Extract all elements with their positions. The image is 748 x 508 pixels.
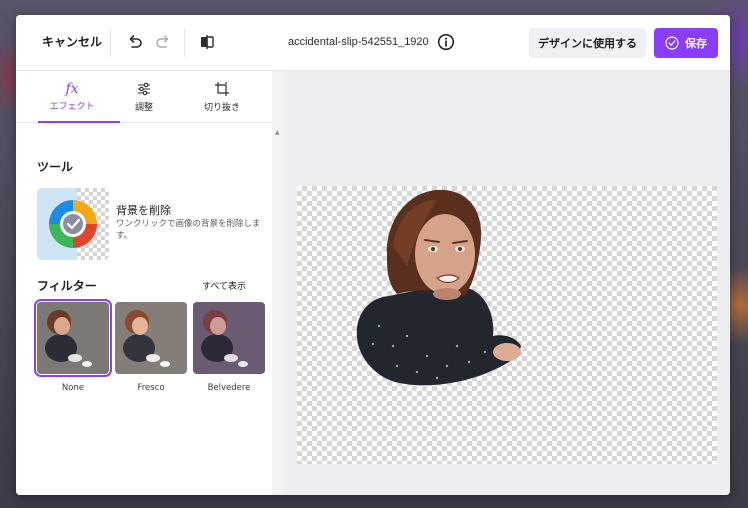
filter-label: None (61, 383, 85, 393)
use-in-design-button[interactable]: デザインに使用する (529, 28, 646, 58)
compare-icon (201, 35, 214, 49)
save-label: 保存 (685, 37, 707, 50)
active-tab-indicator (38, 121, 120, 123)
divider (110, 29, 111, 57)
tools-heading: ツール (37, 160, 74, 174)
cutout-photo (356, 189, 521, 386)
background-remover-icon (37, 188, 109, 260)
fx-icon: fx (65, 81, 79, 97)
save-button[interactable]: 保存 (654, 28, 718, 58)
edit-tabs: fx エフェクト 調整 切り抜き (16, 71, 272, 123)
filter-fresco[interactable] (115, 302, 187, 374)
image-preview-area (284, 71, 730, 495)
background-remover-tool[interactable] (37, 188, 109, 260)
info-button[interactable] (437, 33, 455, 55)
filters-heading: フィルター (37, 279, 97, 293)
tab-crop[interactable]: 切り抜き (182, 71, 262, 123)
redo-icon (156, 35, 169, 48)
info-icon (437, 33, 455, 51)
filter-thumbnail (193, 302, 265, 374)
undo-icon (129, 35, 142, 48)
filter-thumbnail (115, 302, 187, 374)
divider (184, 29, 185, 57)
crop-icon (215, 82, 229, 96)
filter-belvedere[interactable] (193, 302, 265, 374)
tab-label: エフェクト (49, 102, 95, 112)
see-all-filters-link[interactable]: すべて表示 (202, 279, 246, 292)
photo-editor-dialog: キャンセル accidental-slip-542551_1920 デザインに使… (16, 15, 730, 495)
tab-label: 調整 (134, 103, 153, 113)
filter-label: Belvedere (207, 383, 251, 393)
file-name: accidental-slip-542551_1920 (288, 36, 429, 48)
compare-button[interactable] (196, 31, 218, 53)
redo-button[interactable] (152, 31, 174, 53)
filter-none[interactable] (34, 299, 112, 377)
filter-label: Fresco (137, 383, 165, 393)
undo-button[interactable] (124, 31, 146, 53)
edit-side-panel: fx エフェクト 調整 切り抜き ツール 背景を削除 ワンクリックで画像の背景を… (16, 71, 284, 495)
sliders-icon (138, 82, 150, 96)
cancel-button[interactable]: キャンセル (42, 33, 102, 50)
editor-topbar: キャンセル accidental-slip-542551_1920 デザインに使… (16, 15, 730, 71)
filter-thumbnail (37, 302, 109, 374)
tab-label: 切り抜き (203, 103, 240, 113)
image-canvas[interactable] (297, 186, 717, 464)
background-remover-title: 背景を削除 (116, 204, 171, 217)
tab-effects[interactable]: fx エフェクト (32, 71, 112, 123)
scroll-up-arrow-icon[interactable]: ▲ (275, 129, 280, 136)
tab-adjust[interactable]: 調整 (104, 71, 184, 123)
background-remover-description: ワンクリックで画像の背景を削除します。 (116, 219, 261, 241)
check-circle-icon (665, 36, 679, 50)
